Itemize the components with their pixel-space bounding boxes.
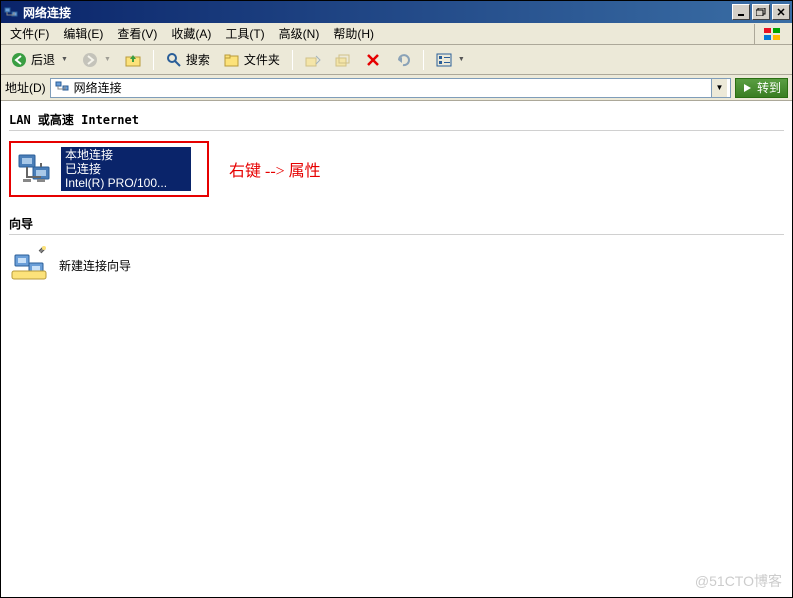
delete-icon (365, 52, 381, 68)
delete-button[interactable] (359, 48, 387, 72)
forward-icon (82, 52, 98, 68)
go-arrow-icon (742, 82, 754, 94)
undo-button[interactable] (389, 48, 417, 72)
wizard-icon (9, 245, 49, 285)
wizard-label: 新建连接向导 (59, 257, 131, 274)
folders-icon (224, 52, 240, 68)
close-button[interactable] (772, 4, 790, 20)
new-connection-wizard-item[interactable]: 新建连接向导 (9, 245, 784, 285)
app-icon (3, 4, 19, 20)
restore-button[interactable] (752, 4, 770, 20)
forward-button[interactable]: ▼ (76, 48, 117, 72)
connection-row: 本地连接 已连接 Intel(R) PRO/100... 右键 --> 属性 (9, 141, 784, 197)
toolbar: 后退 ▼ ▼ 搜索 文件夹 (1, 45, 792, 75)
group-wizard-header: 向导 (9, 215, 784, 235)
folders-button[interactable]: 文件夹 (218, 48, 286, 72)
network-connection-icon (15, 149, 55, 189)
folder-up-icon (125, 52, 141, 68)
folders-label: 文件夹 (244, 51, 280, 68)
address-value: 网络连接 (74, 79, 707, 96)
copy-to-icon (335, 52, 351, 68)
address-dropdown-icon[interactable]: ▼ (711, 79, 727, 97)
menu-help[interactable]: 帮助(H) (326, 23, 381, 44)
chevron-down-icon: ▼ (458, 56, 465, 63)
up-button[interactable] (119, 48, 147, 72)
search-button[interactable]: 搜索 (160, 48, 216, 72)
move-to-icon (305, 52, 321, 68)
chevron-down-icon: ▼ (104, 56, 111, 63)
menu-view[interactable]: 查看(V) (110, 23, 164, 44)
address-bar: 地址(D) 网络连接 ▼ 转到 (1, 75, 792, 101)
separator (153, 50, 154, 70)
local-connection-item[interactable]: 本地连接 已连接 Intel(R) PRO/100... (9, 141, 209, 197)
annotation-text: 右键 --> 属性 (229, 157, 321, 181)
menu-advanced[interactable]: 高级(N) (272, 23, 327, 44)
title-bar: 网络连接 (1, 1, 792, 23)
connection-status: 已连接 (65, 162, 187, 176)
go-label: 转到 (757, 79, 781, 96)
undo-icon (395, 52, 411, 68)
watermark: @51CTO博客 (695, 571, 782, 591)
menu-favorites[interactable]: 收藏(A) (164, 23, 218, 44)
copy-to-button[interactable] (329, 48, 357, 72)
content-area: LAN 或高速 Internet 本地连接 已连接 Intel(R) PRO/1… (1, 101, 792, 597)
address-input[interactable]: 网络连接 ▼ (50, 78, 731, 98)
menu-bar: 文件(F) 编辑(E) 查看(V) 收藏(A) 工具(T) 高级(N) 帮助(H… (1, 23, 792, 45)
separator (423, 50, 424, 70)
windows-flag-icon (754, 24, 790, 44)
group-lan-header: LAN 或高速 Internet (9, 111, 784, 131)
connection-label: 本地连接 已连接 Intel(R) PRO/100... (61, 147, 191, 191)
go-button[interactable]: 转到 (735, 78, 788, 98)
back-button[interactable]: 后退 ▼ (5, 48, 74, 72)
search-label: 搜索 (186, 51, 210, 68)
chevron-down-icon: ▼ (61, 56, 68, 63)
move-to-button[interactable] (299, 48, 327, 72)
search-icon (166, 52, 182, 68)
separator (292, 50, 293, 70)
views-icon (436, 52, 452, 68)
menu-edit[interactable]: 编辑(E) (56, 23, 110, 44)
connection-device: Intel(R) PRO/100... (65, 176, 187, 190)
back-icon (11, 52, 27, 68)
address-icon (54, 78, 70, 97)
menu-tools[interactable]: 工具(T) (218, 23, 271, 44)
menu-file[interactable]: 文件(F) (3, 23, 56, 44)
back-label: 后退 (31, 51, 55, 68)
address-label: 地址(D) (5, 79, 46, 96)
minimize-button[interactable] (732, 4, 750, 20)
views-button[interactable]: ▼ (430, 48, 471, 72)
window-title: 网络连接 (23, 4, 730, 21)
connection-name: 本地连接 (65, 148, 187, 162)
